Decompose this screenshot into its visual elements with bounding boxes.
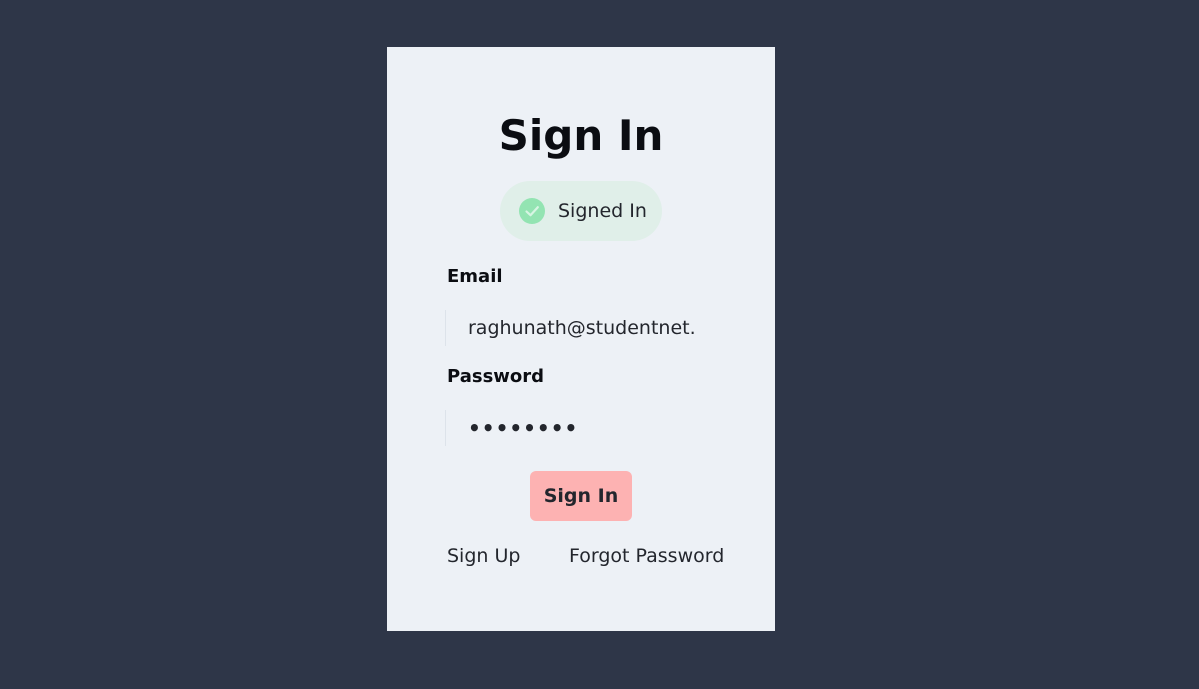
page-title: Sign In — [498, 111, 664, 160]
forgot-password-link[interactable]: Forgot Password — [569, 545, 724, 567]
email-label: Email — [447, 266, 503, 287]
sign-up-link[interactable]: Sign Up — [447, 545, 520, 567]
sign-in-card: Sign In Signed In Email Password Sign In… — [387, 47, 775, 631]
status-text: Signed In — [558, 200, 647, 222]
email-field[interactable] — [445, 310, 695, 346]
sign-in-button[interactable]: Sign In — [530, 471, 632, 521]
password-label: Password — [447, 366, 545, 387]
check-circle-icon — [519, 198, 545, 224]
status-badge: Signed In — [500, 181, 662, 241]
password-field[interactable] — [445, 410, 695, 446]
